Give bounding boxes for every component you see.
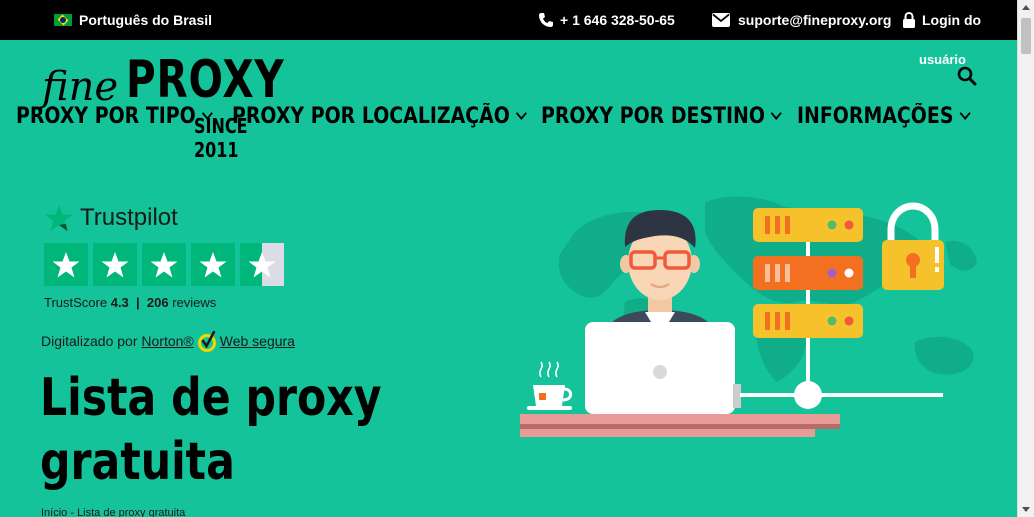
phone-number: + 1 646 328-50-65: [560, 12, 675, 28]
trustpilot-brand: Trustpilot: [80, 204, 178, 231]
chevron-down-icon: [516, 106, 527, 120]
reviews-label: reviews: [172, 295, 217, 310]
star-icon: [93, 243, 137, 286]
nav-item-informacoes[interactable]: INFORMAÇÕES: [797, 100, 971, 132]
page-title: Lista de proxy gratuita: [40, 366, 384, 494]
nav-item-label: INFORMAÇÕES: [797, 103, 954, 129]
chevron-down-icon: [959, 106, 971, 120]
nav-item-proxy-por-tipo[interactable]: PROXY POR TIPO: [16, 100, 213, 132]
title-line-1: Lista de proxy: [40, 368, 382, 428]
server-stack-icon: [753, 208, 863, 338]
brazil-flag-icon: [54, 14, 72, 26]
search-icon[interactable]: [957, 66, 977, 86]
breadcrumb[interactable]: Início - Lista de proxy gratuita: [41, 507, 185, 517]
network-node-icon: [794, 381, 822, 409]
norton-check-icon: [197, 330, 216, 352]
star-icon: [191, 243, 235, 286]
trustscore-value: 4.3: [110, 295, 129, 310]
vertical-scrollbar[interactable]: [1017, 0, 1034, 517]
star-icon: [44, 243, 88, 286]
trustpilot-star-icon: [45, 205, 73, 231]
scrollbar-thumb[interactable]: [1021, 18, 1031, 54]
trustscore-summary: TrustScore 4.3 | 206 reviews: [44, 295, 216, 310]
trustpilot-rating-stars[interactable]: [44, 243, 289, 286]
coffee-cup-icon: [527, 361, 573, 410]
language-label: Português do Brasil: [79, 12, 213, 28]
norton-prefix: Digitalizado por: [41, 333, 138, 349]
trustpilot-logo[interactable]: Trustpilot: [44, 204, 178, 232]
scroll-up-arrow-icon[interactable]: [1022, 5, 1030, 10]
phone-icon: [539, 13, 553, 27]
desk: [520, 414, 840, 424]
nav-item-label: PROXY POR TIPO: [16, 103, 196, 129]
language-selector[interactable]: Português do Brasil: [54, 0, 212, 40]
login-link[interactable]: Login do: [902, 0, 981, 40]
login-label: Login do: [922, 12, 982, 28]
padlock-icon: [882, 202, 944, 290]
star-icon: [142, 243, 186, 286]
trustscore-separator: |: [136, 295, 140, 310]
lock-icon: [903, 12, 915, 28]
trustscore-label: TrustScore: [44, 295, 108, 310]
envelope-icon: [712, 13, 730, 27]
hero-illustration: [520, 196, 977, 437]
laptop-icon: [585, 322, 741, 414]
nav-item-label: PROXY POR LOCALIZAÇÃO: [232, 103, 510, 129]
nav-item-proxy-por-destino[interactable]: PROXY POR DESTINO: [541, 100, 783, 132]
review-count: 206: [146, 295, 169, 310]
user-login-link[interactable]: usuário: [919, 52, 966, 67]
phone-link[interactable]: + 1 646 328-50-65: [538, 0, 675, 40]
norton-badge: Digitalizado por Norton® Web segura: [41, 330, 295, 352]
chevron-down-icon: [201, 106, 213, 120]
chevron-down-icon: [771, 106, 783, 120]
scroll-down-arrow-icon[interactable]: [1022, 507, 1030, 512]
star-half-icon: [240, 243, 284, 286]
top-bar: Português do Brasil + 1 646 328-50-65 su…: [0, 0, 1034, 40]
nav-item-proxy-por-localizacao[interactable]: PROXY POR LOCALIZAÇÃO: [232, 100, 527, 132]
email-link[interactable]: suporte@fineproxy.org: [712, 0, 891, 40]
title-line-2: gratuita: [40, 432, 235, 492]
web-segura-link[interactable]: Web segura: [220, 333, 295, 349]
nav-item-label: PROXY POR DESTINO: [541, 103, 765, 129]
email-address: suporte@fineproxy.org: [738, 12, 892, 28]
norton-brand-link[interactable]: Norton®: [141, 333, 193, 349]
